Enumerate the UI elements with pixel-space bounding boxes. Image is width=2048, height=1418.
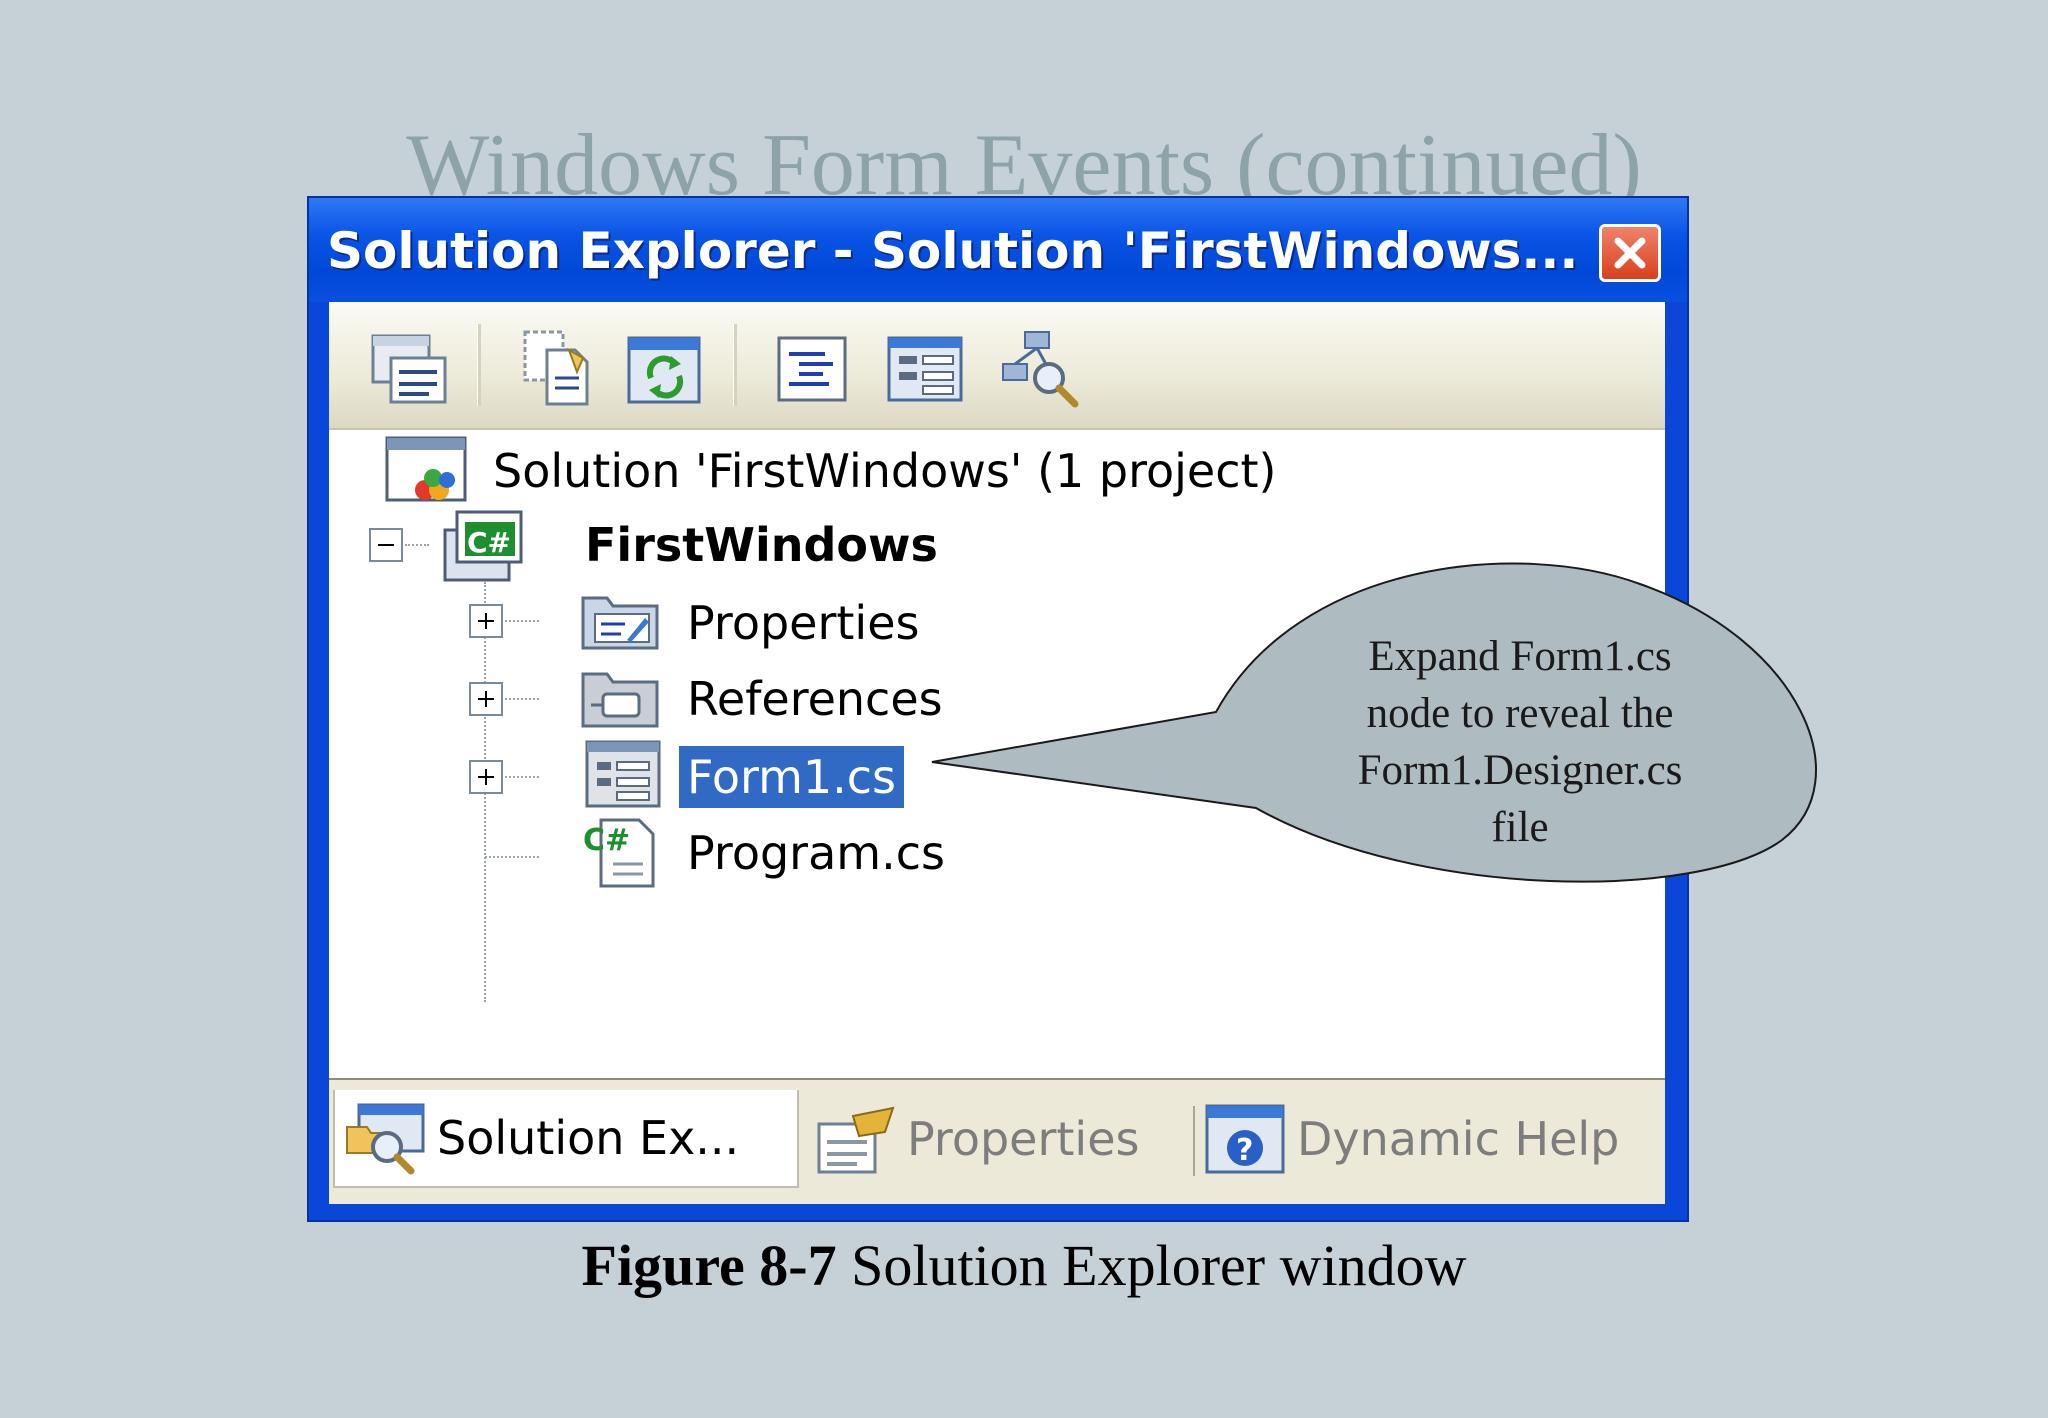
tree-connector (505, 620, 539, 622)
view-code-button[interactable] (773, 328, 853, 408)
tree-connector (405, 544, 429, 546)
figure-caption: Figure 8-7 Solution Explorer window (0, 1232, 2048, 1299)
svg-text:C#: C# (467, 526, 511, 559)
expand-toggle-references[interactable] (469, 682, 503, 716)
properties-window-icon (817, 1106, 895, 1174)
svg-text:C#: C# (583, 823, 630, 858)
toolbar (329, 302, 1665, 430)
class-diagram-icon (1002, 331, 1079, 408)
show-all-files-icon (523, 330, 589, 406)
view-designer-icon (887, 336, 963, 402)
tab-properties[interactable]: Properties (813, 1090, 1139, 1188)
toolbar-separator (477, 324, 481, 406)
tab-dynamic-help[interactable]: ? Dynamic Help (1205, 1090, 1619, 1188)
project-node-label[interactable]: FirstWindows (585, 522, 938, 568)
callout-line: file (1491, 804, 1549, 851)
toolbar-separator (733, 324, 737, 406)
tree-item-label[interactable]: References (687, 676, 943, 722)
properties-button[interactable] (369, 328, 449, 408)
window-title: Solution Explorer - Solution 'FirstWindo… (327, 222, 1579, 280)
solution-node-label[interactable]: Solution 'FirstWindows' (1 project) (493, 448, 1277, 494)
solution-icon (385, 436, 467, 502)
references-folder-icon (581, 672, 659, 728)
tab-label: Properties (907, 1112, 1140, 1166)
view-designer-button[interactable] (885, 328, 965, 408)
tab-strip: Solution Ex... Properties ? Dynamic Help (329, 1078, 1665, 1204)
figure-number: Figure 8-7 (581, 1233, 837, 1298)
refresh-icon (627, 336, 701, 404)
callout-line: Expand Form1.cs (1368, 633, 1672, 680)
tree-item-label[interactable]: Properties (687, 600, 919, 646)
expand-toggle-form1[interactable] (469, 760, 503, 794)
help-icon: ? (1205, 1104, 1285, 1174)
view-code-icon (777, 336, 847, 402)
refresh-button[interactable] (625, 328, 705, 408)
form-file-icon (585, 740, 661, 808)
properties-folder-icon (581, 596, 659, 650)
show-all-files-button[interactable] (517, 328, 597, 408)
tab-label: Dynamic Help (1297, 1112, 1620, 1166)
tree-connector (505, 698, 539, 700)
class-diagram-button[interactable] (997, 328, 1079, 408)
tree-item-label-selected[interactable]: Form1.cs (679, 746, 905, 808)
properties-icon (371, 334, 447, 404)
close-button[interactable] (1599, 224, 1661, 282)
expand-toggle-properties[interactable] (469, 604, 503, 638)
tab-label: Solution Ex... (437, 1111, 740, 1165)
csharp-file-icon: C# (583, 818, 655, 888)
callout-line: node to reveal the (1366, 690, 1674, 737)
tree-item-label[interactable]: Program.cs (687, 830, 945, 876)
tree-connector (485, 856, 539, 858)
figure-text: Solution Explorer window (836, 1233, 1467, 1298)
collapse-toggle[interactable] (369, 528, 403, 562)
csharp-project-icon: C# (443, 510, 523, 582)
solution-explorer-icon (346, 1103, 425, 1175)
tab-solution-explorer[interactable]: Solution Ex... (333, 1090, 799, 1188)
title-bar[interactable]: Solution Explorer - Solution 'FirstWindo… (309, 198, 1687, 302)
tree-connector (505, 776, 539, 778)
svg-text:?: ? (1236, 1133, 1253, 1168)
callout-line: Form1.Designer.cs (1357, 747, 1683, 794)
tab-separator (1193, 1106, 1195, 1176)
callout-text: Expand Form1.cs node to reveal the Form1… (1290, 628, 1750, 856)
close-icon (1614, 237, 1646, 269)
